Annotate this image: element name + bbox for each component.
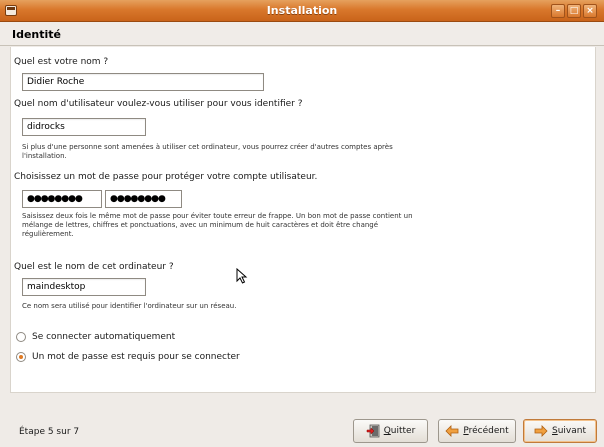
password-hint: Saisissez deux fois le même mot de passe…: [22, 212, 413, 239]
hostname-field[interactable]: maindesktop: [22, 278, 146, 296]
previous-button[interactable]: Précédent: [438, 419, 516, 443]
radio-button-selected[interactable]: [16, 352, 26, 362]
next-button[interactable]: Suivant: [523, 419, 597, 443]
radio-button[interactable]: [16, 332, 26, 342]
password-label: Choisissez un mot de passe pour protéger…: [14, 172, 318, 182]
minimize-icon[interactable]: –: [551, 4, 565, 18]
page-header: Identité: [0, 22, 604, 46]
next-label-rest: uivant: [557, 426, 586, 436]
password-hint-line: mélange de lettres, chiffres et ponctuat…: [22, 221, 379, 229]
quit-icon: [366, 424, 380, 438]
back-arrow-icon: [445, 425, 459, 437]
username-hint: Si plus d'une personne sont amenées à ut…: [22, 143, 393, 161]
username-hint-line: Si plus d'une personne sont amenées à ut…: [22, 143, 393, 151]
quit-label: Quitter: [384, 426, 416, 436]
page-title: Identité: [12, 28, 62, 41]
mouse-cursor-icon: [236, 268, 248, 284]
title-bar[interactable]: Installation – □ ×: [0, 0, 604, 22]
radio-password-required[interactable]: Un mot de passe est requis pour se conne…: [16, 352, 240, 362]
username-hint-line: l'installation.: [22, 152, 67, 160]
window-title: Installation: [266, 4, 338, 17]
password-field[interactable]: ●●●●●●●●: [22, 190, 102, 208]
maximize-icon[interactable]: □: [567, 4, 581, 18]
password-confirm-field[interactable]: ●●●●●●●●: [105, 190, 182, 208]
radio-label: Un mot de passe est requis pour se conne…: [32, 352, 240, 362]
previous-label-rest: récédent: [468, 426, 509, 436]
radio-label: Se connecter automatiquement: [32, 332, 176, 342]
radio-auto-login[interactable]: Se connecter automatiquement: [16, 332, 175, 342]
username-label: Quel nom d'utilisateur voulez-vous utili…: [14, 99, 303, 109]
previous-label: Précédent: [463, 426, 508, 436]
password-hint-line: régulièrement.: [22, 230, 74, 238]
name-field[interactable]: Didier Roche: [22, 73, 264, 91]
quit-label-rest: uitter: [390, 426, 416, 436]
step-indicator: Étape 5 sur 7: [19, 427, 80, 437]
next-label: Suivant: [552, 426, 586, 436]
password-hint-line: Saisissez deux fois le même mot de passe…: [22, 212, 413, 220]
quit-mnemonic: Q: [383, 426, 391, 436]
quit-button[interactable]: Quitter: [353, 419, 428, 443]
name-label: Quel est votre nom ?: [14, 57, 109, 67]
close-icon[interactable]: ×: [583, 4, 597, 18]
forward-arrow-icon: [534, 425, 548, 437]
username-field[interactable]: didrocks: [22, 118, 146, 136]
hostname-hint: Ce nom sera utilisé pour identifier l'or…: [22, 302, 237, 310]
installer-window: Installation – □ × Identité Quel est vot…: [0, 0, 604, 447]
hostname-label: Quel est le nom de cet ordinateur ?: [14, 262, 174, 272]
